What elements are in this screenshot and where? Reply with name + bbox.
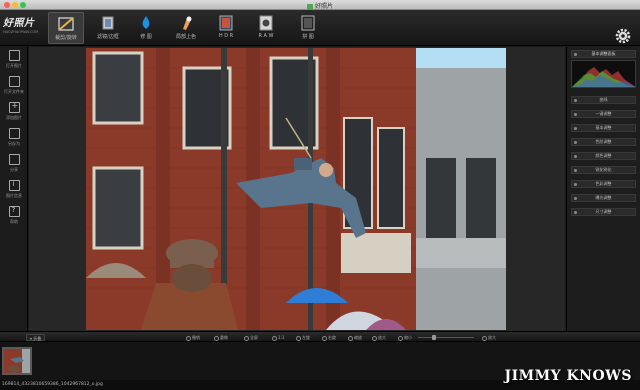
window-title: 好照片 bbox=[0, 1, 640, 10]
bottom-toolbar: ▾ 折叠 撤销 重做 全屏 1:1 左旋 右旋 缩放 放大 缩小 放大 bbox=[0, 331, 640, 342]
hdr-icon bbox=[219, 15, 233, 31]
fullscreen-button[interactable]: 全屏 bbox=[244, 334, 258, 341]
filter-frame-icon bbox=[102, 16, 114, 30]
collapse-filmstrip-button[interactable]: ▾ 折叠 bbox=[26, 334, 46, 341]
main-photo[interactable] bbox=[86, 48, 506, 330]
sidebar-item-open-image[interactable]: 打开图片 bbox=[0, 47, 28, 73]
panel-item-hue[interactable]: 色彩调整 bbox=[571, 180, 636, 188]
rotate-left-button[interactable]: 左旋 bbox=[296, 334, 310, 341]
tool-local-color[interactable]: 局部上色 bbox=[168, 12, 204, 44]
raw-camera-icon bbox=[259, 15, 273, 31]
info-icon: i bbox=[8, 180, 20, 191]
scale-icon bbox=[348, 335, 353, 341]
open-folder-icon bbox=[8, 76, 20, 87]
color-brush-icon bbox=[183, 16, 192, 30]
rotate-left-icon bbox=[296, 335, 301, 341]
water-drop-icon bbox=[142, 16, 150, 29]
panel-item-auto[interactable]: 一键调整 bbox=[571, 110, 636, 118]
histogram-graph bbox=[572, 67, 635, 87]
sidebar-item-help[interactable]: ? 帮助 bbox=[0, 203, 28, 229]
basic-bullet-icon bbox=[574, 127, 577, 130]
open-image-icon bbox=[8, 50, 20, 61]
zoom-out-icon bbox=[398, 335, 403, 341]
panel-item-resize[interactable]: 尺寸调整 bbox=[571, 208, 636, 216]
exposure-bullet-icon bbox=[574, 197, 577, 200]
adjustment-list: 曲线 一键调整 基本调整 色阶调整 颜色调整 锐化锐化 色彩调整 曝光调整 尺寸… bbox=[567, 96, 640, 216]
sidebar-item-open-folder[interactable]: 打开文件夹 bbox=[0, 73, 28, 99]
tool-hdr[interactable]: H D R bbox=[208, 12, 244, 44]
sidebar-item-share[interactable]: 分享 bbox=[0, 151, 28, 177]
logo-subtitle: HAOZHAOPIAN.COM bbox=[3, 30, 39, 34]
tool-collage[interactable]: 拼 图 bbox=[290, 12, 326, 44]
panel-item-basic[interactable]: 基本调整 bbox=[571, 124, 636, 132]
zoom-in-icon bbox=[482, 335, 487, 341]
panel-item-exposure[interactable]: 曝光调整 bbox=[571, 194, 636, 202]
app-logo: 好照片 HAOZHAOPIAN.COM bbox=[3, 14, 43, 34]
scale-button[interactable]: 缩放 bbox=[348, 334, 362, 341]
curves-bullet-icon bbox=[574, 99, 577, 102]
levels-bullet-icon bbox=[574, 141, 577, 144]
panel-header-bullet-icon bbox=[574, 53, 577, 56]
zoom-out-button[interactable]: 缩小 bbox=[398, 334, 412, 341]
panel-item-curves[interactable]: 曲线 bbox=[571, 96, 636, 104]
help-icon: ? bbox=[8, 206, 20, 217]
tool-filter-frame[interactable]: 滤镜/边框 bbox=[90, 12, 126, 44]
watermark-logo: JIMMY KNOWS bbox=[504, 368, 632, 384]
panel-item-sharpen[interactable]: 锐化锐化 bbox=[571, 166, 636, 174]
zoom-slider-knob[interactable] bbox=[432, 335, 436, 340]
ratio-button[interactable]: 放大 bbox=[372, 334, 386, 341]
main-toolbar: 好照片 HAOZHAOPIAN.COM 裁剪/旋转 滤镜/边框 修 图 局部上色 bbox=[0, 10, 640, 46]
tool-raw[interactable]: R A W bbox=[248, 12, 284, 44]
sidebar-item-add-image[interactable]: + 添加图片 bbox=[0, 99, 28, 125]
gear-icon[interactable] bbox=[614, 27, 632, 45]
collage-icon bbox=[301, 15, 315, 31]
actual-size-button[interactable]: 1:1 bbox=[272, 334, 284, 341]
current-filename: 169814_4323810659386_1042967812_o.jpg bbox=[2, 382, 103, 387]
logo-name: 好照片 bbox=[3, 18, 35, 29]
color-bullet-icon bbox=[574, 155, 577, 158]
sidebar-item-save-as[interactable]: 另存为 bbox=[0, 125, 28, 151]
panel-item-levels[interactable]: 色阶调整 bbox=[571, 138, 636, 146]
thumbnail-selected[interactable] bbox=[2, 347, 32, 375]
panel-item-color[interactable]: 颜色调整 bbox=[571, 152, 636, 160]
status-bar: 169814_4323810659386_1042967812_o.jpg JI… bbox=[0, 368, 640, 390]
rotate-right-button[interactable]: 右旋 bbox=[322, 334, 336, 341]
window-title-bar: 好照片 bbox=[0, 0, 640, 10]
add-image-icon: + bbox=[8, 101, 20, 113]
crop-rotate-icon bbox=[58, 17, 74, 31]
left-sidebar: 打开图片 打开文件夹 + 添加图片 另存为 分享 i 图片信息 ? 帮助 bbox=[0, 47, 28, 331]
histogram bbox=[571, 60, 636, 88]
ratio-icon bbox=[372, 335, 377, 341]
tool-crop-rotate[interactable]: 裁剪/旋转 bbox=[48, 12, 84, 44]
actual-size-icon bbox=[272, 335, 277, 341]
undo-icon bbox=[186, 335, 191, 341]
fullscreen-icon bbox=[244, 335, 249, 341]
photo-scene bbox=[86, 48, 506, 330]
adjustment-panel: 基本调整面板 曲线 一键调整 基本调整 色阶调整 颜色调整 锐化锐化 色彩调整 … bbox=[566, 47, 640, 331]
app-icon bbox=[306, 3, 313, 10]
redo-icon bbox=[214, 335, 219, 341]
resize-bullet-icon bbox=[574, 211, 577, 214]
sharpen-bullet-icon bbox=[574, 169, 577, 172]
hue-bullet-icon bbox=[574, 183, 577, 186]
share-icon bbox=[8, 154, 20, 165]
sidebar-item-info[interactable]: i 图片信息 bbox=[0, 177, 28, 203]
panel-header[interactable]: 基本调整面板 bbox=[571, 50, 636, 58]
rotate-right-icon bbox=[322, 335, 327, 341]
redo-button[interactable]: 重做 bbox=[214, 334, 228, 341]
zoom-slider-track[interactable] bbox=[418, 337, 474, 338]
thumbnail-image bbox=[4, 349, 30, 373]
auto-bullet-icon bbox=[574, 113, 577, 116]
save-as-icon bbox=[8, 128, 20, 139]
zoom-in-button[interactable]: 放大 bbox=[482, 334, 496, 341]
tool-retouch[interactable]: 修 图 bbox=[128, 12, 164, 44]
image-canvas[interactable] bbox=[29, 47, 565, 331]
undo-button[interactable]: 撤销 bbox=[186, 334, 200, 341]
